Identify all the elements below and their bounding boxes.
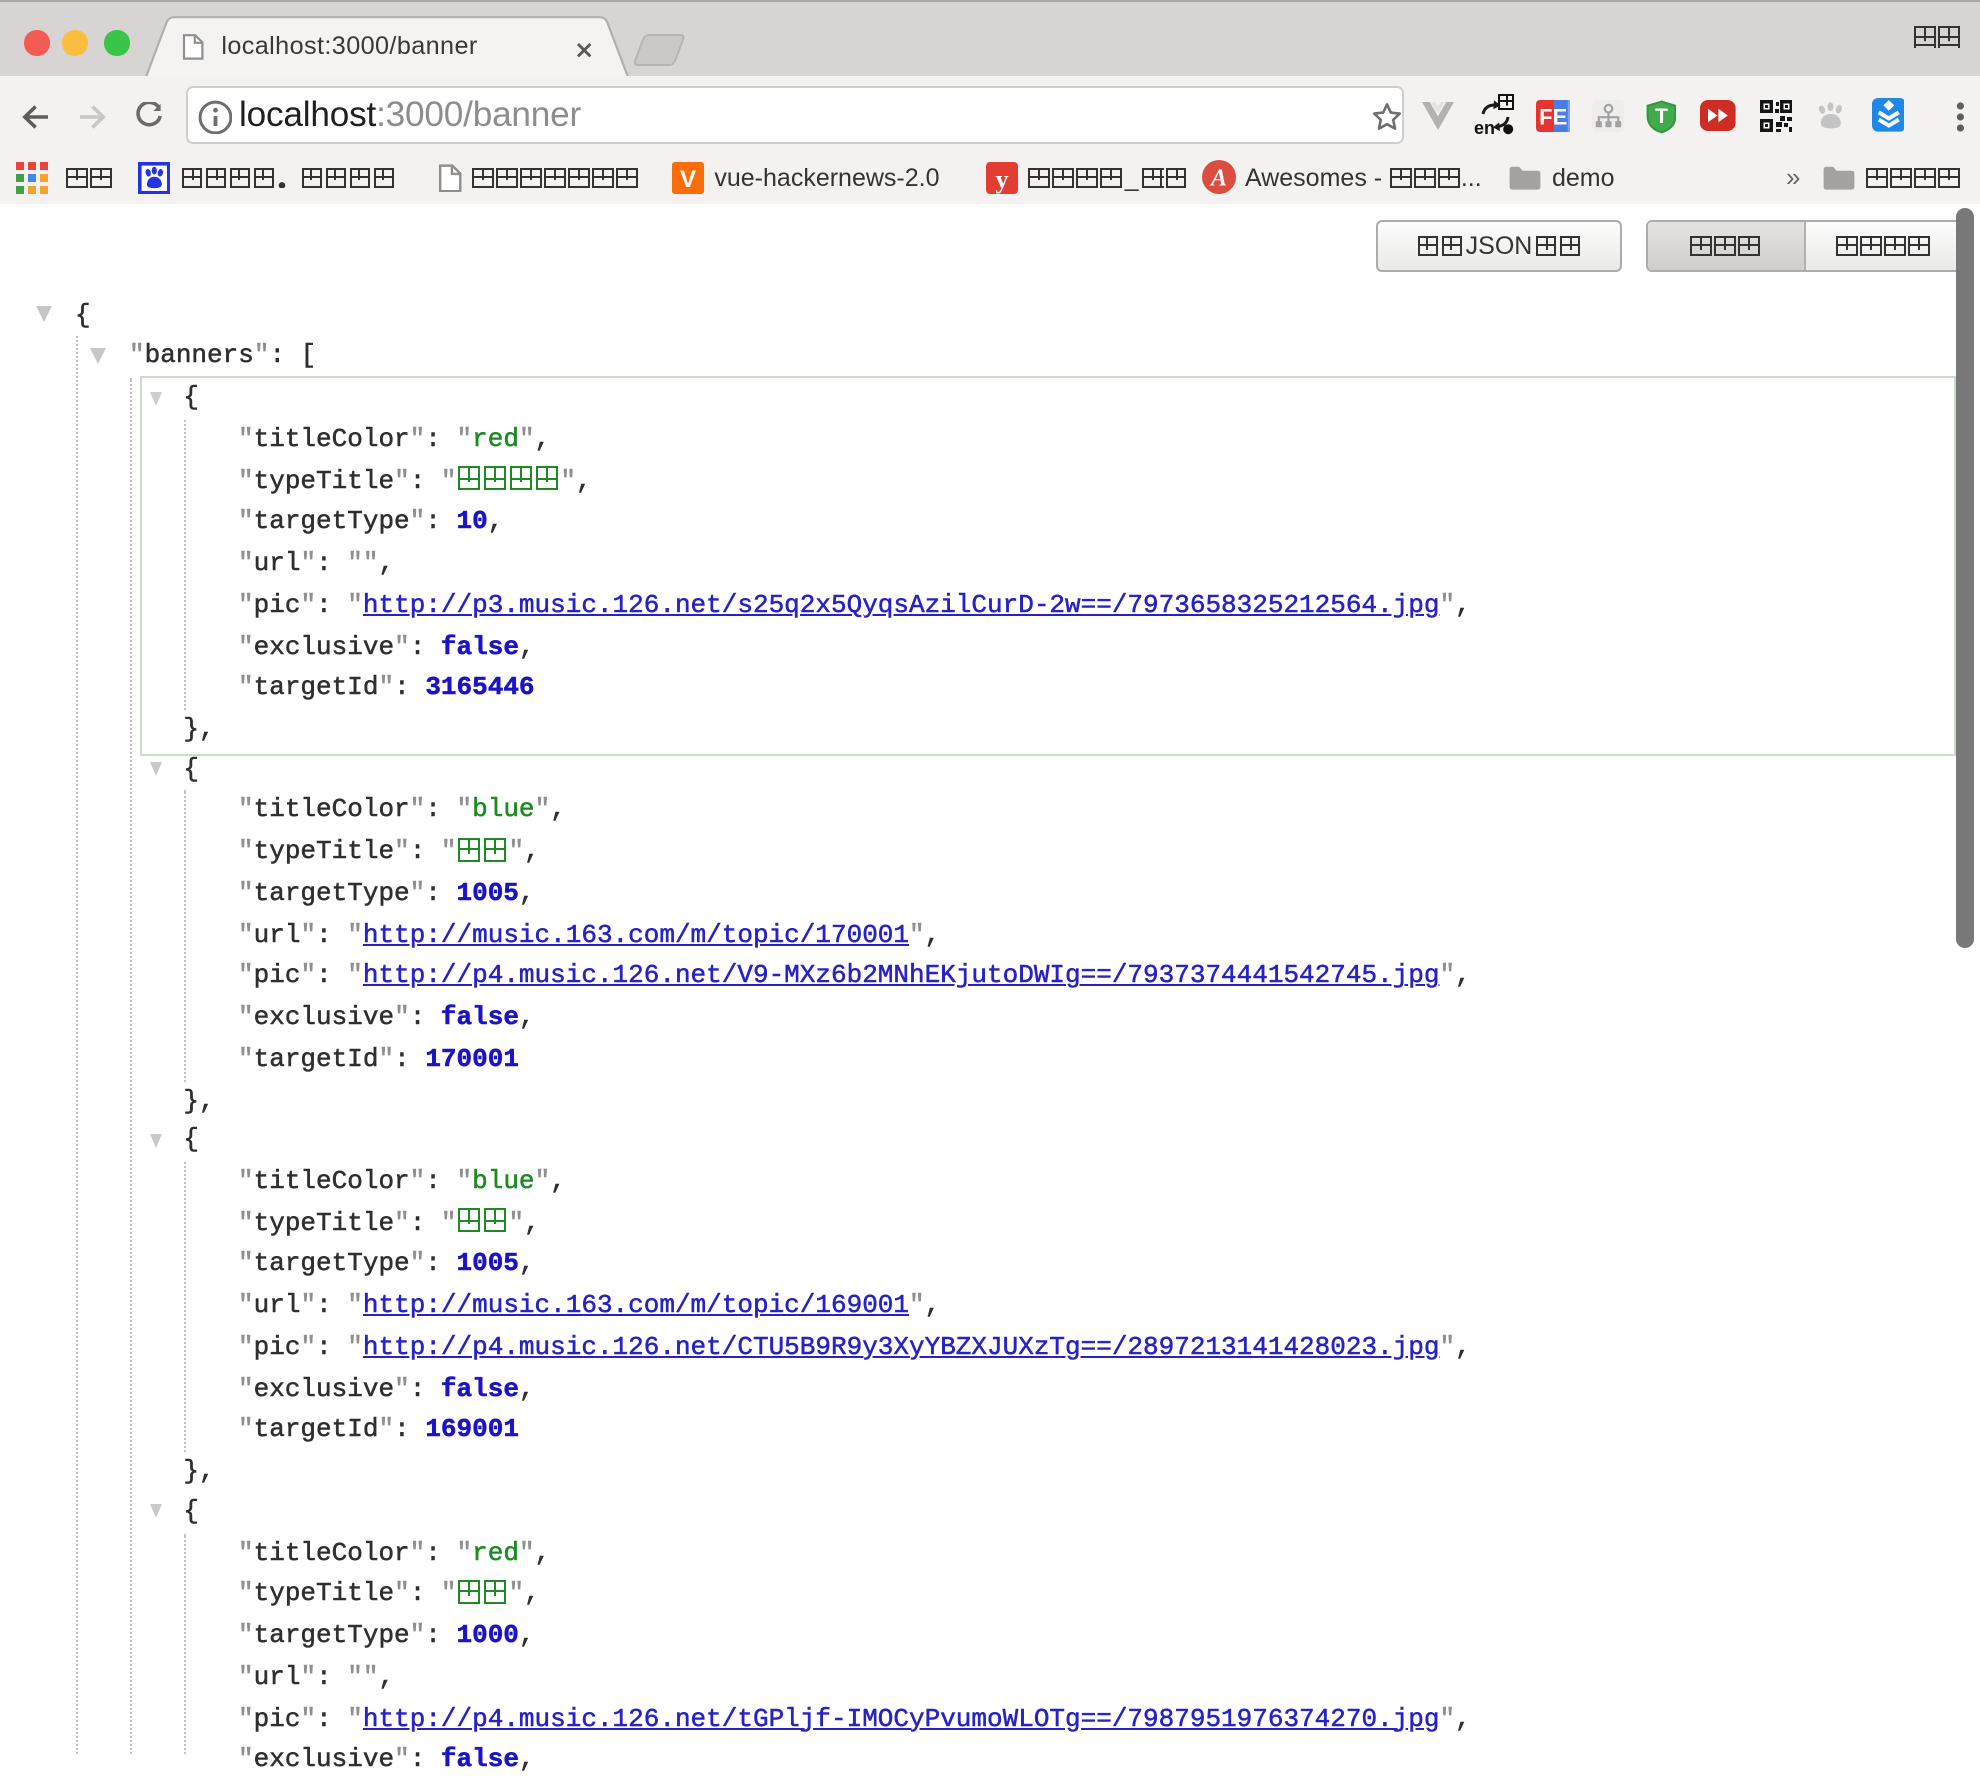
svg-text:V: V <box>680 166 696 193</box>
svg-text:FE: FE <box>1539 105 1567 130</box>
svg-text:T: T <box>1654 104 1667 127</box>
svg-text:y: y <box>995 165 1008 194</box>
svg-text:A: A <box>1208 166 1226 192</box>
